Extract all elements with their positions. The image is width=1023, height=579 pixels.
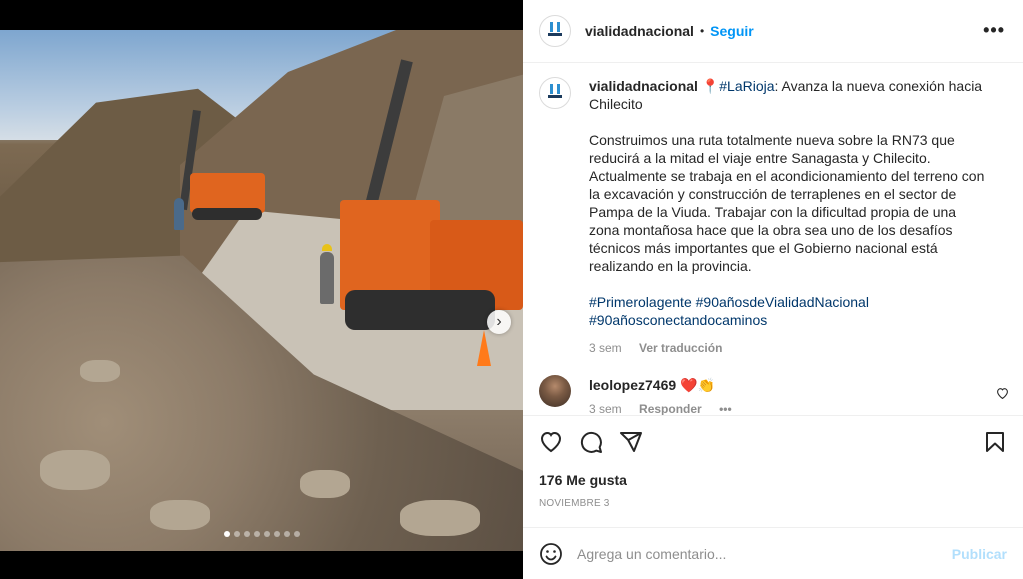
photo-rock <box>80 360 120 382</box>
photo-rock <box>300 470 350 498</box>
caption-time: 3 sem <box>589 341 622 355</box>
chevron-right-icon: › <box>496 313 502 330</box>
post-media: › <box>0 0 523 579</box>
add-comment-bar: Publicar <box>523 527 1023 579</box>
drill-track <box>345 290 495 330</box>
like-count[interactable]: 176 Me gusta <box>539 472 627 488</box>
comment-body: leolopez7469 ❤️👏 3 sem Responder ••• <box>589 375 732 415</box>
worker <box>320 252 334 304</box>
comment-item: leolopez7469 ❤️👏 3 sem Responder ••• <box>539 375 1009 415</box>
drill-rig-far <box>190 173 265 213</box>
carousel-dot <box>283 531 290 537</box>
hashtag-90anos-conectando[interactable]: #90añosconectandocaminos <box>589 312 767 328</box>
hashtag-90anos-vialidad[interactable]: #90añosdeVialidadNacional <box>696 294 869 310</box>
carousel-dot <box>273 531 280 537</box>
carousel-dot <box>223 531 230 537</box>
caption-avatar[interactable] <box>539 77 571 109</box>
drill-track <box>192 208 262 220</box>
share-paper-plane-icon[interactable] <box>619 430 643 454</box>
save-bookmark-icon[interactable] <box>983 430 1007 454</box>
follow-button[interactable]: Seguir <box>710 23 754 39</box>
account-username-link[interactable]: vialidadnacional <box>585 23 694 39</box>
post-caption: vialidadnacional 📍#LaRioja: Avanza la nu… <box>539 77 1009 357</box>
post-header: vialidadnacional • Seguir ••• <box>523 0 1023 63</box>
caption-username-link[interactable]: vialidadnacional <box>589 78 698 94</box>
carousel-dot <box>293 531 300 537</box>
publish-button[interactable]: Publicar <box>952 546 1007 562</box>
carousel-indicators <box>0 531 523 537</box>
vialidad-logo-icon <box>548 22 562 40</box>
hashtag-larioja[interactable]: #LaRioja <box>719 78 774 94</box>
caption-text: vialidadnacional 📍#LaRioja: Avanza la nu… <box>589 77 989 357</box>
carousel-dot <box>263 531 270 537</box>
like-heart-icon[interactable] <box>539 430 563 454</box>
post-date: NOVIEMBRE 3 <box>539 498 610 509</box>
comments-section[interactable]: vialidadnacional 📍#LaRioja: Avanza la nu… <box>523 63 1023 415</box>
photo-rock <box>150 500 210 530</box>
worker-helmet <box>322 244 332 251</box>
caption-meta: 3 sem Ver traducción <box>589 339 989 357</box>
caption-paragraph: Construimos una ruta totalmente nueva so… <box>589 132 985 274</box>
comment-meta: 3 sem Responder ••• <box>589 402 732 415</box>
carousel-next-button[interactable]: › <box>487 310 511 334</box>
post-panel: vialidadnacional • Seguir ••• vialidadna… <box>523 0 1023 579</box>
worker <box>174 198 184 230</box>
carousel-dot <box>243 531 250 537</box>
comment-like-icon[interactable] <box>996 387 1009 402</box>
comment-bubble-icon[interactable] <box>579 430 603 454</box>
vialidad-logo-icon <box>548 84 562 102</box>
carousel-dot <box>233 531 240 537</box>
commenter-avatar[interactable] <box>539 375 571 407</box>
account-avatar[interactable] <box>539 15 571 47</box>
comment-more-icon[interactable]: ••• <box>719 402 732 415</box>
comment-input[interactable] <box>577 545 937 562</box>
photo-rock <box>40 450 110 490</box>
post-actions: 176 Me gusta NOVIEMBRE 3 <box>523 415 1023 527</box>
action-icons <box>539 430 643 454</box>
post-photo[interactable]: › <box>0 30 523 551</box>
carousel-dot <box>253 531 260 537</box>
pin-icon: 📍 <box>701 78 720 94</box>
hashtag-primerolagente[interactable]: #Primerolagente <box>589 294 692 310</box>
header-separator: • <box>699 24 705 38</box>
comment-text: ❤️👏 <box>680 377 715 393</box>
traffic-cone <box>477 330 491 366</box>
more-options-icon[interactable]: ••• <box>983 20 1005 41</box>
comment-time: 3 sem <box>589 402 622 415</box>
smiley-icon[interactable] <box>539 542 563 566</box>
translate-button[interactable]: Ver traducción <box>639 341 722 355</box>
commenter-username-link[interactable]: leolopez7469 <box>589 377 676 393</box>
reply-button[interactable]: Responder <box>639 402 702 415</box>
